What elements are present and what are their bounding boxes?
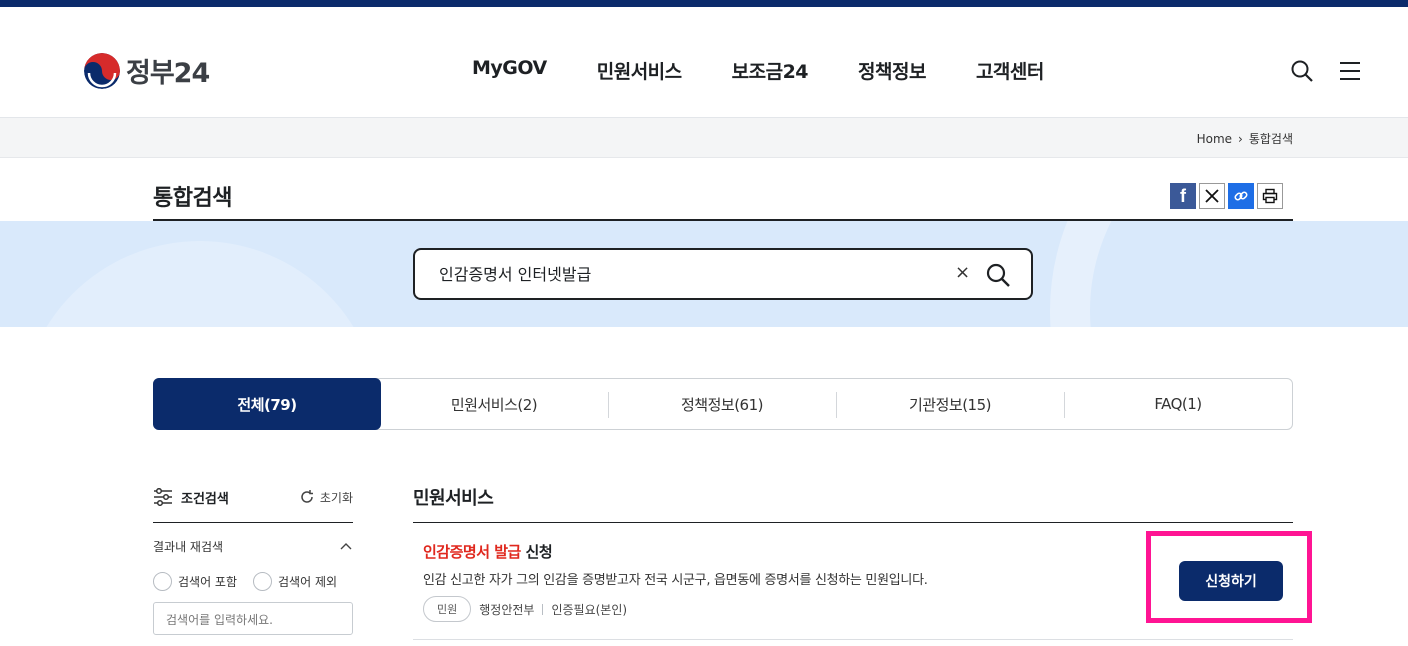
breadcrumb: Home › 통합검색 — [1197, 130, 1293, 147]
search-box: × — [413, 248, 1033, 300]
search-icon[interactable] — [1290, 59, 1314, 83]
search-submit-icon[interactable] — [985, 262, 1011, 288]
filter-title: 조건검색 — [181, 491, 229, 507]
include-label: 검색어 포함 — [178, 575, 238, 589]
x-share-button[interactable] — [1199, 183, 1225, 209]
tab-policy-info[interactable]: 정책정보(61) — [608, 379, 836, 429]
annotation-highlight-box — [1146, 531, 1312, 623]
site-header: 정부24 MyGOV 민원서비스 보조금24 정책정보 고객센터 — [0, 7, 1408, 118]
site-logo[interactable]: 정부24 — [84, 51, 210, 90]
nav-civil-services[interactable]: 민원서비스 — [597, 57, 682, 84]
filter-panel: 조건검색 초기화 결과내 재검색 검색어 포함 검색어 제외 검색어를 입력하세… — [153, 484, 353, 635]
tab-agency-info[interactable]: 기관정보(15) — [836, 379, 1064, 429]
results-section: 민원서비스 인감증명서 발급 신청 인감 신고한 자가 그의 인감을 증명받고자… — [413, 484, 1312, 640]
refine-section-toggle[interactable]: 결과내 재검색 — [153, 538, 353, 555]
clear-icon[interactable]: × — [955, 262, 970, 283]
nav-policy-info[interactable]: 정책정보 — [858, 57, 926, 84]
result-meta: 민원 행정안전부 인증필요(본인) — [423, 596, 627, 622]
type-badge: 민원 — [423, 596, 472, 622]
main-nav: MyGOV 민원서비스 보조금24 정책정보 고객센터 — [472, 57, 1044, 84]
x-logo-icon — [1205, 189, 1219, 203]
chevron-right-icon: › — [1238, 131, 1243, 146]
refine-search-input[interactable]: 검색어를 입력하세요. — [153, 602, 353, 635]
printer-icon — [1262, 188, 1278, 204]
refresh-icon — [301, 490, 313, 503]
tab-all[interactable]: 전체(79) — [153, 378, 381, 430]
tab-faq[interactable]: FAQ(1) — [1064, 379, 1292, 429]
radio-circle[interactable] — [153, 572, 172, 591]
nav-subsidy24[interactable]: 보조금24 — [732, 57, 809, 84]
result-title-rest: 신청 — [520, 543, 553, 561]
print-button[interactable] — [1257, 183, 1283, 209]
search-band: × — [0, 221, 1408, 327]
taegeuk-logo-icon — [84, 52, 120, 89]
chevron-up-icon — [340, 542, 352, 549]
filter-divider — [153, 522, 353, 523]
share-tools: f — [1170, 183, 1283, 209]
reset-button[interactable]: 초기화 — [299, 489, 353, 506]
title-row: 통합검색 f — [0, 158, 1408, 221]
decor-ring — [1050, 221, 1408, 327]
result-description: 인감 신고한 자가 그의 인감을 증명받고자 전국 시군구, 읍면동에 증명서를… — [423, 573, 928, 588]
agency-name: 행정안전부 — [479, 602, 535, 617]
breadcrumb-home[interactable]: Home — [1197, 132, 1232, 146]
facebook-share-button[interactable]: f — [1170, 183, 1196, 209]
radio-circle[interactable] — [253, 572, 273, 591]
section-title: 민원서비스 — [413, 488, 494, 509]
refine-section-label: 결과내 재검색 — [153, 540, 224, 554]
breadcrumb-bar: Home › 통합검색 — [0, 118, 1408, 158]
result-tabs: 전체(79) 민원서비스(2) 정책정보(61) 기관정보(15) FAQ(1) — [153, 378, 1293, 430]
reset-label: 초기화 — [319, 490, 353, 505]
menu-icon[interactable] — [1338, 59, 1362, 83]
list-item: 인감증명서 발급 신청 인감 신고한 자가 그의 인감을 증명받고자 전국 시군… — [413, 523, 1312, 640]
search-input[interactable] — [439, 263, 939, 282]
nav-mygov[interactable]: MyGOV — [472, 57, 547, 84]
logo-text: 정부24 — [126, 58, 210, 89]
copy-link-button[interactable] — [1228, 183, 1254, 209]
result-title-link[interactable]: 인감증명서 발급 신청 — [423, 541, 553, 562]
decor-circle — [20, 241, 380, 327]
sliders-icon — [154, 488, 172, 506]
link-icon — [1234, 191, 1248, 201]
page-title: 통합검색 — [153, 186, 232, 211]
facebook-icon: f — [1180, 185, 1186, 206]
auth-requirement: 인증필요(본인) — [551, 602, 628, 617]
meta-divider — [542, 603, 544, 615]
exclude-radio[interactable]: 검색어 제외 — [253, 572, 337, 591]
top-accent-bar — [0, 0, 1408, 7]
tab-civil-services[interactable]: 민원서비스(2) — [380, 379, 608, 429]
breadcrumb-current: 통합검색 — [1248, 132, 1293, 146]
result-title-highlight: 인감증명서 발급 — [423, 543, 521, 561]
nav-customer-center[interactable]: 고객센터 — [976, 57, 1044, 84]
include-radio[interactable]: 검색어 포함 — [153, 572, 237, 591]
exclude-label: 검색어 제외 — [278, 575, 338, 589]
